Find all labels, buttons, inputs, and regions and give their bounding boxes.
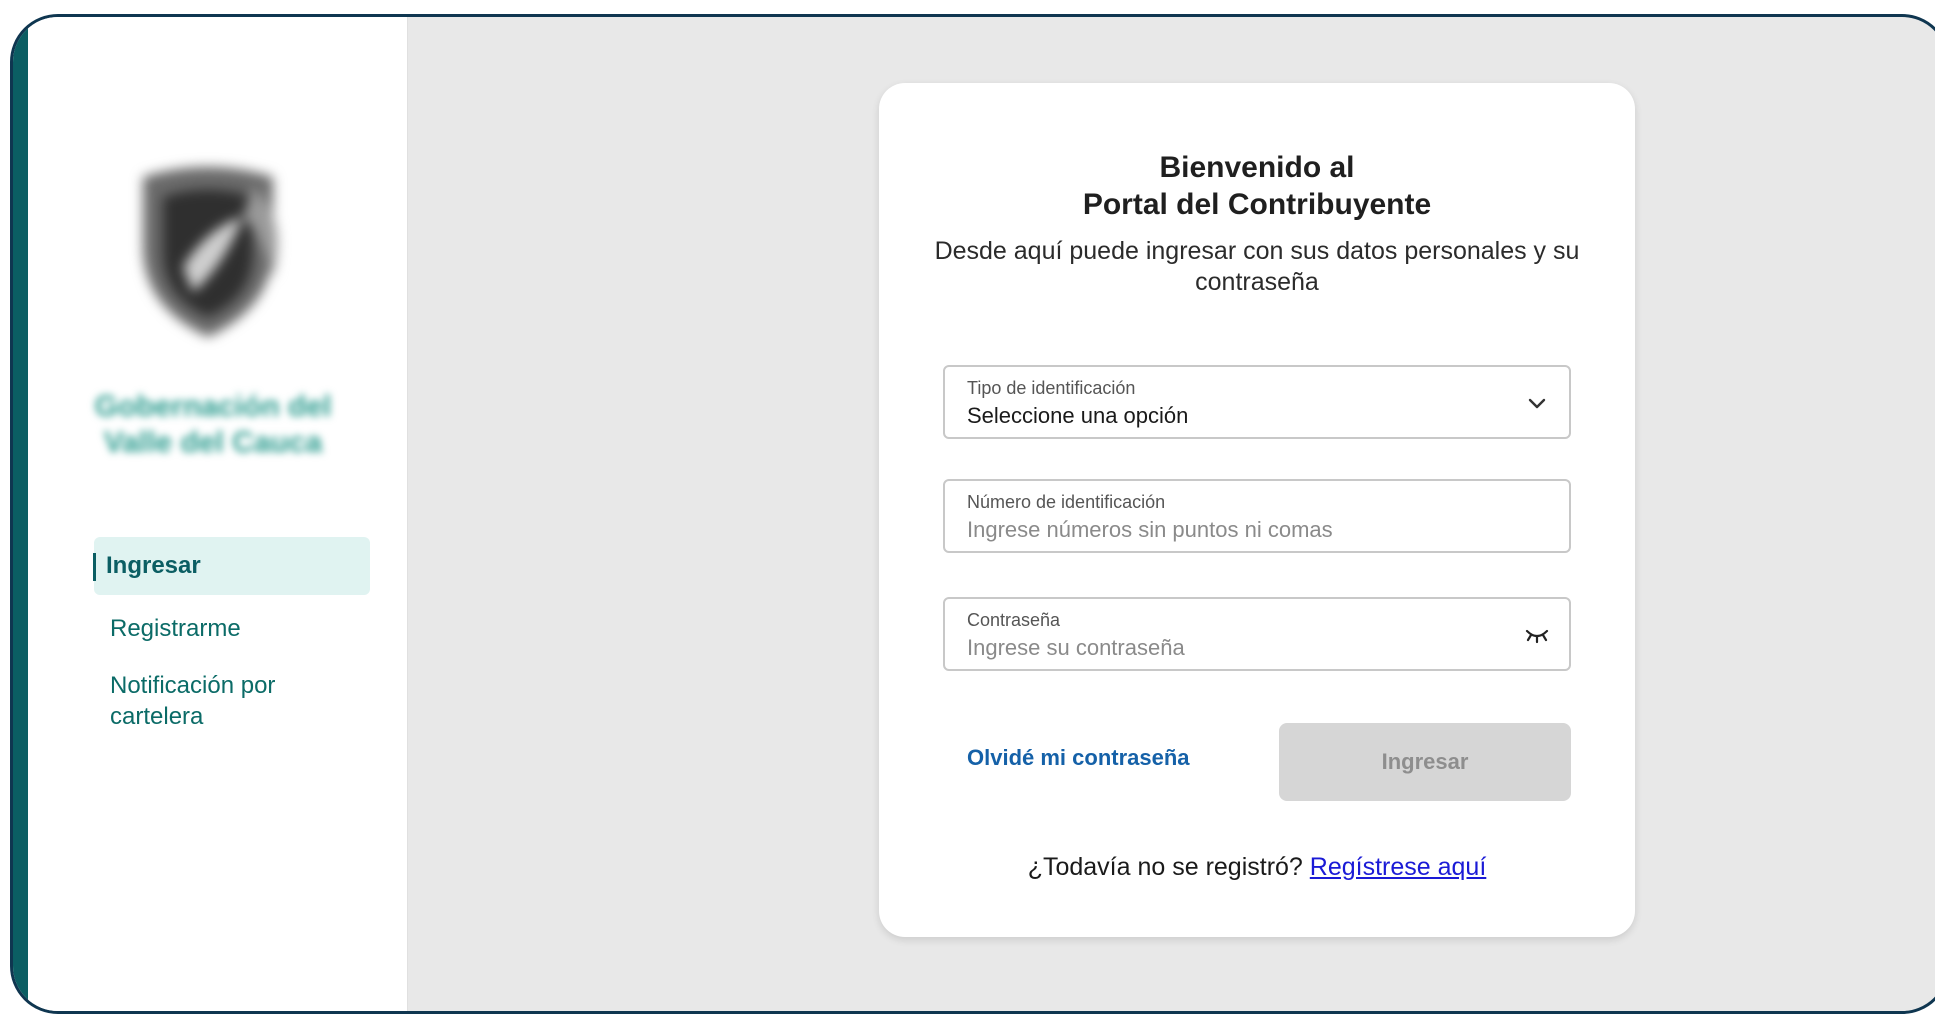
- id-type-select[interactable]: Tipo de identificación Seleccione una op…: [943, 365, 1571, 439]
- accent-bar: [13, 17, 28, 1011]
- sidebar-item-label: Notificación por cartelera: [110, 672, 276, 730]
- title-line-2: Portal del Contribuyente: [1082, 188, 1432, 221]
- chevron-down-icon: [1528, 398, 1546, 409]
- sidebar-item-registrarme[interactable]: Registrarme: [94, 601, 370, 656]
- register-link[interactable]: Regístrese aquí: [1310, 853, 1487, 881]
- id-number-field[interactable]: Número de identificación: [943, 479, 1571, 553]
- ingresar-button[interactable]: Ingresar: [1279, 723, 1571, 801]
- active-indicator: [93, 552, 96, 581]
- coat-of-arms-logo: [143, 167, 278, 337]
- id-number-input[interactable]: [967, 517, 1487, 543]
- sidebar-item-ingresar[interactable]: Ingresar: [93, 537, 370, 595]
- sidebar-item-label: Registrarme: [110, 615, 241, 642]
- page-subtitle: Desde aquí puede ingresar con sus datos …: [934, 237, 1580, 296]
- id-number-label: Número de identificación: [967, 492, 1166, 512]
- id-type-label: Tipo de identificación: [967, 378, 1136, 398]
- register-prompt: ¿Todavía no se registró? Regístrese aquí: [879, 853, 1635, 882]
- password-label: Contraseña: [967, 610, 1061, 630]
- login-card: Bienvenido al Portal del Contribuyente D…: [879, 83, 1635, 937]
- id-type-value: Seleccione una opción: [967, 403, 1189, 428]
- register-prompt-text: ¿Todavía no se registró?: [1027, 853, 1303, 881]
- forgot-password-link[interactable]: Olvidé mi contraseña: [967, 745, 1190, 771]
- eye-closed-icon[interactable]: [1523, 621, 1551, 649]
- app-window: Gobernación del Valle del Cauca Ingresar…: [10, 14, 1935, 1014]
- sidebar-item-label: Ingresar: [106, 552, 201, 579]
- password-input[interactable]: [967, 635, 1487, 661]
- sidebar-nav: Ingresar Registrarme Notificación por ca…: [93, 537, 370, 744]
- password-field[interactable]: Contraseña: [943, 597, 1571, 671]
- sidebar: Gobernación del Valle del Cauca Ingresar…: [28, 17, 408, 1011]
- title-line-1: Bienvenido al: [1159, 151, 1355, 184]
- sidebar-item-notificacion[interactable]: Notificación por cartelera: [94, 658, 370, 744]
- page-title: Bienvenido al Portal del Contribuyente: [879, 149, 1635, 223]
- organization-name: Gobernación del Valle del Cauca: [94, 390, 332, 459]
